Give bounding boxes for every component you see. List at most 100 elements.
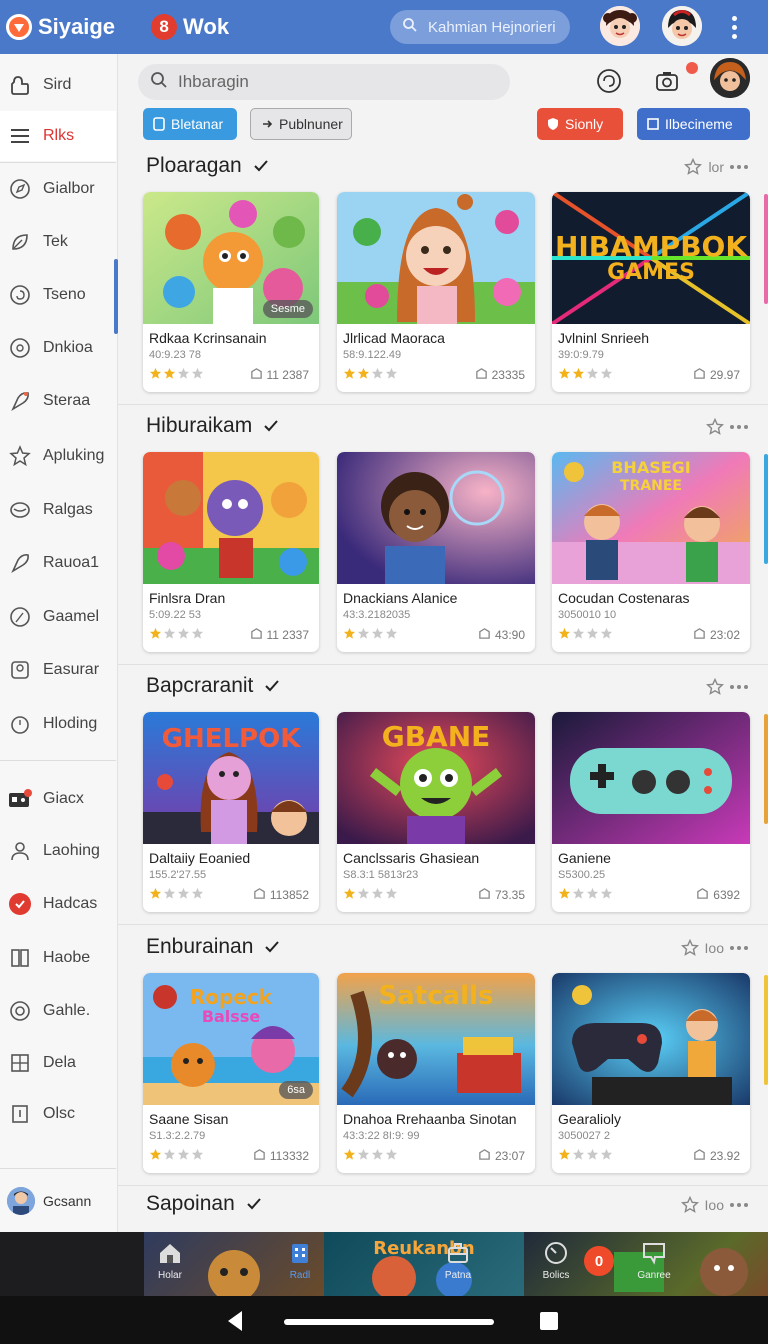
rating-stars bbox=[558, 1148, 613, 1166]
next-card-peek bbox=[764, 454, 768, 564]
sidebar-item-0[interactable]: Sird bbox=[0, 60, 116, 110]
sidebar-item-3[interactable]: Tek bbox=[0, 217, 116, 267]
rating-star-icon bbox=[558, 367, 571, 385]
rating-star-icon bbox=[163, 887, 176, 905]
game-thumbnail[interactable]: BHASEGI TRANEE bbox=[552, 452, 750, 584]
sidebar-item-5[interactable]: Dnkioa bbox=[0, 323, 116, 373]
game-card[interactable]: Gearalioly 3050027 2 23.92 bbox=[552, 973, 750, 1173]
filter-chip-ilbecineme[interactable]: Ilbecineme bbox=[637, 108, 750, 140]
back-icon[interactable] bbox=[226, 1310, 244, 1337]
game-thumbnail[interactable]: Sesme bbox=[143, 192, 319, 324]
section-tools[interactable]: Ioo bbox=[680, 939, 748, 957]
game-card[interactable]: Jlrlicad Maoraca 58:9.122.49 23335 bbox=[337, 192, 535, 392]
game-thumbnail[interactable]: GHELPOK bbox=[143, 712, 319, 844]
game-thumbnail[interactable] bbox=[337, 192, 535, 324]
game-card[interactable]: Ropeck Balsse 6sa Saane Sisan S1.3:2.2.79 113… bbox=[143, 973, 319, 1173]
more-horizontal-icon[interactable] bbox=[730, 165, 748, 169]
game-thumbnail[interactable]: Satcalls bbox=[337, 973, 535, 1105]
game-card[interactable]: Satcalls Dnahoa Rrehaanba Sinotan 43:3:22 … bbox=[337, 973, 535, 1173]
game-thumbnail[interactable]: HIBAMPBOK GAMES bbox=[552, 192, 750, 324]
recents-icon[interactable] bbox=[540, 1312, 558, 1330]
star-outline-icon[interactable] bbox=[706, 678, 724, 696]
bottom-nav-radl[interactable]: Radl bbox=[270, 1240, 330, 1281]
sidebar-item-19[interactable]: Olsc bbox=[0, 1089, 116, 1139]
sidebar-item-7[interactable]: Apluking bbox=[0, 431, 116, 481]
thumbnail-badge: Sesme bbox=[262, 300, 313, 318]
sidebar-item-11[interactable]: Easurar bbox=[0, 645, 116, 695]
game-title: Cocudan Costenaras bbox=[558, 590, 690, 606]
sidebar-item-6[interactable]: Steraa bbox=[0, 376, 116, 426]
search-input[interactable]: Ihbaragin bbox=[138, 64, 510, 100]
sidebar-item-17[interactable]: Gahle. bbox=[0, 986, 116, 1036]
camera-icon[interactable] bbox=[652, 66, 682, 96]
game-meta: 155.2'27.55 bbox=[149, 869, 207, 881]
avatar[interactable] bbox=[710, 58, 750, 98]
filter-chip-sionly[interactable]: Sionly bbox=[537, 108, 623, 140]
game-card[interactable]: GBANE Canclssaris Ghasiean S8.3:1 5813r23 7… bbox=[337, 712, 535, 912]
refresh-icon[interactable] bbox=[594, 66, 624, 96]
rating-star-icon bbox=[191, 887, 204, 905]
more-vertical-icon[interactable] bbox=[722, 10, 746, 44]
star-outline-icon[interactable] bbox=[680, 939, 699, 957]
star-outline-icon[interactable] bbox=[706, 418, 724, 436]
game-card[interactable]: BHASEGI TRANEE Cocudan Costenaras 3050010 1… bbox=[552, 452, 750, 652]
bottom-nav-ganree[interactable]: Ganree bbox=[624, 1240, 684, 1281]
sidebar-item-16[interactable]: Haobe bbox=[0, 933, 116, 983]
game-thumbnail[interactable] bbox=[337, 452, 535, 584]
sidebar-item-10[interactable]: Gaamel bbox=[0, 592, 116, 642]
bottom-nav-badge[interactable]: 0 bbox=[584, 1246, 614, 1276]
more-horizontal-icon[interactable] bbox=[730, 1203, 748, 1207]
bottom-nav-holar[interactable]: Holar bbox=[140, 1240, 200, 1281]
section-more-text[interactable]: Ioo bbox=[705, 940, 724, 956]
section-tools[interactable]: Ioo bbox=[680, 1196, 748, 1214]
game-card[interactable]: Dnackians Alanice 43:3.2182035 43:90 bbox=[337, 452, 535, 652]
app-logo[interactable]: Siyaige bbox=[6, 14, 115, 40]
top-search-box[interactable]: Kahmian Hejnorieri bbox=[390, 10, 570, 44]
sidebar-user[interactable]: Gcsann bbox=[0, 1168, 116, 1232]
game-thumbnail[interactable] bbox=[552, 973, 750, 1105]
more-horizontal-icon[interactable] bbox=[730, 425, 748, 429]
sidebar-item-14[interactable]: Laohing bbox=[0, 826, 116, 876]
play-count-text: 113332 bbox=[269, 1149, 309, 1163]
game-card[interactable]: Sesme Rdkaa Kcrinsanain 40:9.23 78 11 2387 bbox=[143, 192, 319, 392]
sidebar-item-13[interactable]: Giacx bbox=[0, 774, 116, 824]
game-thumbnail[interactable] bbox=[552, 712, 750, 844]
sidebar-item-1[interactable]: Rlks bbox=[0, 111, 116, 161]
sidebar-item-2[interactable]: Gialbor bbox=[0, 164, 116, 214]
section-tools[interactable] bbox=[706, 678, 748, 696]
top-avatar-2[interactable] bbox=[662, 6, 702, 46]
more-horizontal-icon[interactable] bbox=[730, 946, 748, 950]
game-card[interactable]: Finlsra Dran 5:09.22 53 11 2337 bbox=[143, 452, 319, 652]
sidebar-item-15[interactable]: Hadcas bbox=[0, 879, 116, 929]
rating-star-icon bbox=[163, 627, 176, 645]
bottom-nav-patna[interactable]: Patna bbox=[428, 1240, 488, 1281]
game-thumbnail[interactable]: Ropeck Balsse 6sa bbox=[143, 973, 319, 1105]
game-card[interactable]: HIBAMPBOK GAMES Jvlninl Snrieeh 39:0:9.79 29… bbox=[552, 192, 750, 392]
sidebar-item-18[interactable]: Dela bbox=[0, 1038, 116, 1088]
rating-star-icon bbox=[357, 367, 370, 385]
game-card[interactable]: GHELPOK Daltaiiy Eoanied 155.2'27.55 113852 bbox=[143, 712, 319, 912]
filter-chip-bletanar[interactable]: Bletanar bbox=[143, 108, 237, 140]
section-more-text[interactable]: lor bbox=[708, 159, 724, 175]
game-card[interactable]: Ganiene S5300.25 6392 bbox=[552, 712, 750, 912]
section-tools[interactable]: lor bbox=[684, 158, 748, 176]
sidebar-item-12[interactable]: Hloding bbox=[0, 699, 116, 749]
sidebar-item-8[interactable]: Ralgas bbox=[0, 485, 116, 535]
game-thumbnail[interactable] bbox=[143, 452, 319, 584]
top-avatar-1[interactable] bbox=[600, 6, 640, 46]
star-outline-icon[interactable] bbox=[680, 1196, 699, 1214]
brand-wok[interactable]: 8 Wok bbox=[151, 14, 229, 40]
sidebar-item-9[interactable]: Rauoa1 bbox=[0, 538, 116, 588]
section-more-text[interactable]: Ioo bbox=[705, 1197, 724, 1213]
home-gesture-bar[interactable] bbox=[284, 1319, 494, 1325]
sidebar-item-4[interactable]: Tseno bbox=[0, 270, 116, 320]
clock-icon bbox=[545, 1242, 567, 1264]
star-outline-icon[interactable] bbox=[684, 158, 703, 176]
more-horizontal-icon[interactable] bbox=[730, 685, 748, 689]
game-thumbnail[interactable]: GBANE bbox=[337, 712, 535, 844]
rating-stars bbox=[149, 627, 204, 645]
section-tools[interactable] bbox=[706, 418, 748, 436]
filter-chip-publnuner[interactable]: Publnuner bbox=[250, 108, 352, 140]
play-count-text: 11 2337 bbox=[266, 628, 310, 642]
bottom-nav-bolics[interactable]: Bolics bbox=[526, 1240, 586, 1281]
